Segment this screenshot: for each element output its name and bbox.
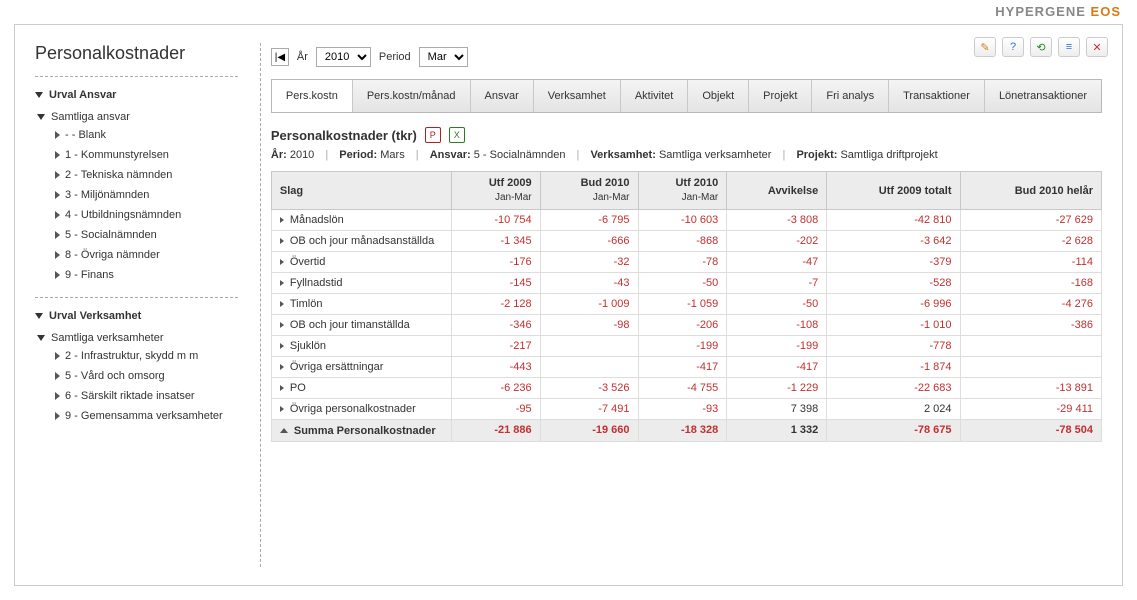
chevron-right-icon [55,251,60,259]
chevron-down-icon [35,313,43,319]
first-icon[interactable]: |◀ [271,48,289,66]
year-label: År [297,51,308,63]
chevron-up-icon [280,428,288,433]
table-row[interactable]: OB och jour månadsanställda-1 345-666-86… [271,231,1101,252]
chevron-right-icon [55,191,60,199]
tab-pers-kostn[interactable]: Pers.kostn [272,80,353,112]
tab-transaktioner[interactable]: Transaktioner [889,80,985,112]
tab-verksamhet[interactable]: Verksamhet [534,80,621,112]
year-select[interactable]: 2010 [316,47,371,67]
chevron-right-icon [55,151,60,159]
report-meta: År: 2010 | Period: Mars | Ansvar: 5 - So… [271,149,1102,161]
tree-item[interactable]: 9 - Finans [55,265,238,285]
chevron-down-icon [35,92,43,98]
chevron-right-icon [55,271,60,279]
tree-root-ansvar[interactable]: Samtliga ansvar [37,109,238,125]
section-title: Personalkostnader (tkr) [271,128,417,143]
table-row[interactable]: OB och jour timanställda-346-98-206-108-… [271,315,1101,336]
tree-item[interactable]: 2 - Infrastruktur, skydd m m [55,346,238,366]
chevron-right-icon [280,343,284,349]
excel-icon[interactable]: X [449,127,465,143]
tab-aktivitet[interactable]: Aktivitet [621,80,689,112]
table-row[interactable]: PO-6 236-3 526-4 755-1 229-22 683-13 891 [271,378,1101,399]
tab-ansvar[interactable]: Ansvar [471,80,534,112]
chevron-right-icon [280,301,284,307]
section-urval-verksamhet[interactable]: Urval Verksamhet [35,306,238,326]
refresh-icon[interactable]: ⟲ [1030,37,1052,57]
chevron-right-icon [280,238,284,244]
tree-item[interactable]: 1 - Kommunstyrelsen [55,145,238,165]
tree-item[interactable]: - - Blank [55,125,238,145]
chevron-right-icon [280,322,284,328]
tab-pers-kostn-m-nad[interactable]: Pers.kostn/månad [353,80,471,112]
period-label: Period [379,51,411,63]
brand-logo: HYPERGENE EOS [995,4,1121,19]
tree-item[interactable]: 9 - Gemensamma verksamheter [55,406,238,426]
chevron-down-icon [37,335,45,341]
col-bud2010helar[interactable]: Bud 2010 helår [960,172,1102,210]
col-bud2010[interactable]: Bud 2010Jan-Mar [540,172,638,210]
tree-item[interactable]: 5 - Vård och omsorg [55,366,238,386]
table-row[interactable]: Övriga ersättningar-443-417-417-1 874 [271,357,1101,378]
table-row[interactable]: Övertid-176-32-78-47-379-114 [271,252,1101,273]
table-row[interactable]: Sjuklön-217-199-199-778 [271,336,1101,357]
chevron-right-icon [55,231,60,239]
help-icon[interactable]: ? [1002,37,1024,57]
chevron-right-icon [55,131,60,139]
table-sum-row[interactable]: Summa Personalkostnader-21 886-19 660-18… [271,420,1101,442]
tree-item[interactable]: 6 - Särskilt riktade insatser [55,386,238,406]
edit-icon[interactable]: ✎ [974,37,996,57]
table-row[interactable]: Övriga personalkostnader-95-7 491-937 39… [271,399,1101,420]
chevron-right-icon [55,392,60,400]
tree-item[interactable]: 3 - Miljönämnden [55,185,238,205]
tree-item[interactable]: 8 - Övriga nämnder [55,245,238,265]
chevron-right-icon [55,352,60,360]
layout-icon[interactable]: ≡ [1058,37,1080,57]
col-utf2010[interactable]: Utf 2010Jan-Mar [638,172,727,210]
tree-item[interactable]: 5 - Socialnämnden [55,225,238,245]
tab-bar: Pers.kostnPers.kostn/månadAnsvarVerksamh… [271,79,1102,113]
chevron-down-icon [37,114,45,120]
chevron-right-icon [55,171,60,179]
data-table: Slag Utf 2009Jan-Mar Bud 2010Jan-Mar Utf… [271,171,1102,442]
table-row[interactable]: Månadslön-10 754-6 795-10 603-3 808-42 8… [271,210,1101,231]
col-avvikelse[interactable]: Avvikelse [727,172,827,210]
tab-l-netransaktioner[interactable]: Lönetransaktioner [985,80,1101,112]
chevron-right-icon [55,412,60,420]
col-utf2009tot[interactable]: Utf 2009 totalt [827,172,960,210]
chevron-right-icon [280,217,284,223]
toolbar: ✎ ? ⟲ ≡ ✕ [974,37,1108,57]
tab-objekt[interactable]: Objekt [688,80,749,112]
chevron-right-icon [280,280,284,286]
tree-root-verksamhet[interactable]: Samtliga verksamheter [37,330,238,346]
close-icon[interactable]: ✕ [1086,37,1108,57]
chevron-right-icon [280,385,284,391]
chevron-right-icon [55,211,60,219]
tab-projekt[interactable]: Projekt [749,80,812,112]
col-slag[interactable]: Slag [271,172,451,210]
table-row[interactable]: Timlön-2 128-1 009-1 059-50-6 996-4 276 [271,294,1101,315]
tree-item[interactable]: 4 - Utbildningsnämnden [55,205,238,225]
pdf-icon[interactable]: P [425,127,441,143]
chevron-right-icon [280,364,284,370]
tree-item[interactable]: 2 - Tekniska nämnden [55,165,238,185]
period-select[interactable]: Mar [419,47,468,67]
chevron-right-icon [280,406,284,412]
tab-fri-analys[interactable]: Fri analys [812,80,889,112]
chevron-right-icon [280,259,284,265]
col-utf2009[interactable]: Utf 2009Jan-Mar [451,172,540,210]
section-urval-ansvar[interactable]: Urval Ansvar [35,85,238,105]
chevron-right-icon [55,372,60,380]
table-row[interactable]: Fyllnadstid-145-43-50-7-528-168 [271,273,1101,294]
page-title: Personalkostnader [35,43,238,64]
